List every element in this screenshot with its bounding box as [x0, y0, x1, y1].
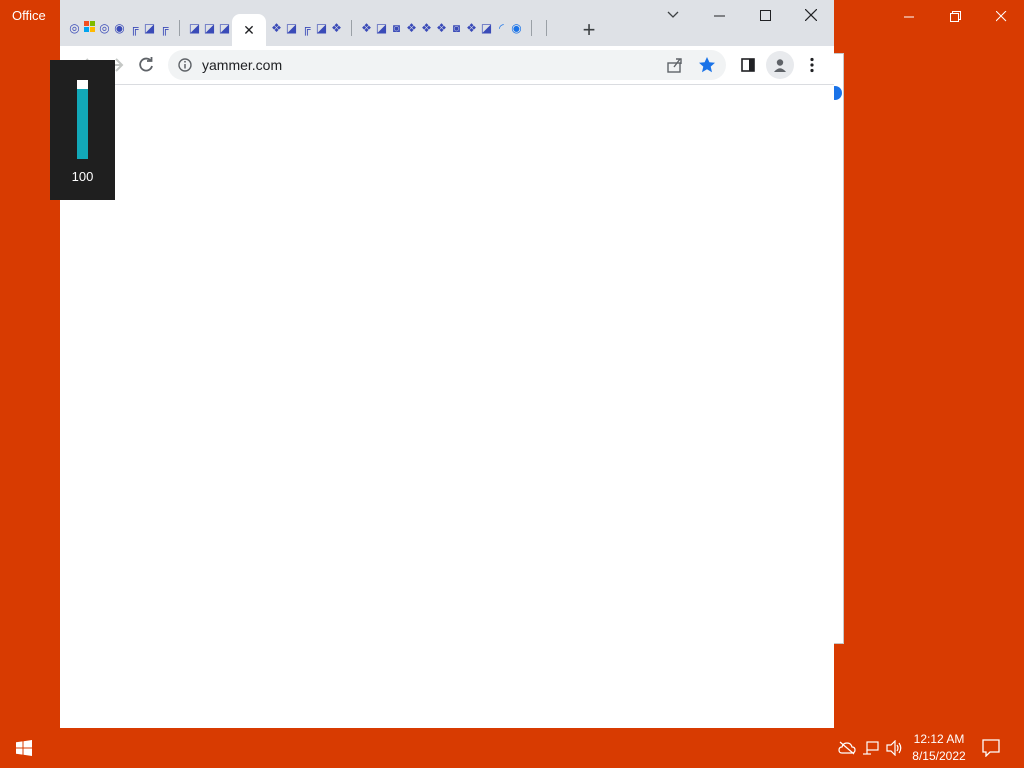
- address-bar[interactable]: [168, 50, 726, 80]
- maximize-icon: [759, 9, 771, 21]
- teams-icon[interactable]: ❖: [405, 21, 418, 35]
- outlook-icon[interactable]: ◪: [480, 21, 493, 35]
- reload-button[interactable]: [132, 51, 160, 79]
- outlook-icon[interactable]: ◪: [375, 21, 388, 35]
- close-button[interactable]: [788, 0, 834, 30]
- level-value: 100: [71, 169, 94, 184]
- sharepoint-icon[interactable]: ◙: [390, 21, 403, 35]
- info-icon[interactable]: [178, 58, 192, 77]
- network-icon[interactable]: [862, 739, 880, 757]
- clock-time: 12:12 AM: [913, 732, 965, 746]
- share-icon[interactable]: [666, 56, 684, 79]
- teams-icon[interactable]: ❖: [435, 21, 448, 35]
- notebook-icon[interactable]: ╔: [158, 21, 171, 35]
- teams-icon[interactable]: ❖: [270, 21, 283, 35]
- level-indicator: 100: [50, 60, 115, 200]
- tab-separator: [179, 20, 180, 36]
- menu-button[interactable]: [798, 51, 826, 79]
- close-icon: [995, 10, 1006, 21]
- tab-close-icon[interactable]: ✕: [243, 22, 255, 39]
- outlook-icon[interactable]: ◪: [188, 21, 201, 35]
- tab-search-button[interactable]: [650, 0, 696, 30]
- chevron-down-icon: [667, 11, 679, 18]
- volume-icon[interactable]: [886, 739, 904, 757]
- side-panel-icon: [741, 58, 755, 72]
- page-content: [60, 85, 834, 768]
- clock-date: 8/15/2022: [912, 749, 966, 763]
- outlook-icon[interactable]: ◪: [315, 21, 328, 35]
- minimize-icon: [903, 16, 914, 17]
- onedrive-icon[interactable]: [838, 739, 856, 757]
- side-panel-button[interactable]: [734, 51, 762, 79]
- tab-separator: [351, 20, 352, 36]
- teams-icon[interactable]: ❖: [465, 21, 478, 35]
- active-tab[interactable]: ✕: [232, 14, 266, 46]
- ms-logo-icon[interactable]: [83, 21, 96, 35]
- globe-icon[interactable]: ◎: [68, 21, 81, 35]
- notebook-icon[interactable]: ╔: [300, 21, 313, 35]
- plus-icon: +: [582, 17, 596, 42]
- office-close-button[interactable]: [978, 0, 1024, 32]
- tab-separator: [546, 20, 547, 36]
- profile-button[interactable]: [766, 51, 794, 79]
- teams-icon[interactable]: ❖: [360, 21, 373, 35]
- minimize-icon: [713, 15, 725, 16]
- bookmark-star-icon[interactable]: [698, 56, 716, 79]
- loading-icon[interactable]: ◜: [495, 21, 508, 35]
- globe-icon[interactable]: ◎: [98, 21, 111, 35]
- notebook-icon[interactable]: ╔: [128, 21, 141, 35]
- url-input[interactable]: [202, 50, 622, 80]
- tab-favicons[interactable]: ◎ ◎ ◉ ╔ ◪ ╔ ◪ ◪ ◪: [68, 20, 231, 36]
- maximize-button[interactable]: [742, 0, 788, 30]
- sharepoint-icon[interactable]: ◙: [450, 21, 463, 35]
- more-vert-icon: [810, 57, 814, 73]
- tab-strip: ◎ ◎ ◉ ╔ ◪ ╔ ◪ ◪ ◪ ✕ ❖ ◪ ╔ ◪ ❖ ❖ ◪ ◙ ❖ ❖: [60, 0, 834, 46]
- notification-icon: [982, 739, 1000, 757]
- globe-icon[interactable]: ◉: [510, 21, 523, 35]
- teams-icon[interactable]: ❖: [330, 21, 343, 35]
- teams-icon[interactable]: ❖: [420, 21, 433, 35]
- minimize-button[interactable]: [696, 0, 742, 30]
- new-tab-button[interactable]: +: [576, 17, 602, 43]
- close-icon: [805, 9, 817, 21]
- outlook-icon[interactable]: ◪: [203, 21, 216, 35]
- browser-toolbar: [60, 46, 834, 85]
- outlook-icon[interactable]: ◪: [285, 21, 298, 35]
- office-restore-button[interactable]: [932, 0, 978, 32]
- account-icon: [774, 59, 786, 72]
- start-button[interactable]: [0, 728, 48, 768]
- office-minimize-button[interactable]: [886, 0, 932, 32]
- globe-icon[interactable]: ◉: [113, 21, 126, 35]
- level-fill: [77, 89, 88, 159]
- outlook-icon[interactable]: ◪: [218, 21, 231, 35]
- tab-favicons-after[interactable]: ❖ ◪ ╔ ◪ ❖ ❖ ◪ ◙ ❖ ❖ ❖ ◙ ❖ ◪ ◜ ◉: [270, 20, 553, 36]
- outlook-icon[interactable]: ◪: [143, 21, 156, 35]
- windows-logo-icon: [16, 740, 32, 756]
- tab-separator: [531, 20, 532, 36]
- reload-icon: [139, 57, 153, 72]
- taskbar: 12:12 AM 8/15/2022: [0, 728, 1024, 768]
- taskbar-clock[interactable]: 12:12 AM 8/15/2022: [906, 731, 972, 765]
- restore-icon: [949, 10, 961, 22]
- browser-window: ◎ ◎ ◉ ╔ ◪ ╔ ◪ ◪ ◪ ✕ ❖ ◪ ╔ ◪ ❖ ❖ ◪ ◙ ❖ ❖: [60, 0, 834, 768]
- level-track: [77, 80, 88, 159]
- desktop-app-title: Office: [12, 8, 46, 23]
- notification-center-button[interactable]: [978, 737, 1004, 759]
